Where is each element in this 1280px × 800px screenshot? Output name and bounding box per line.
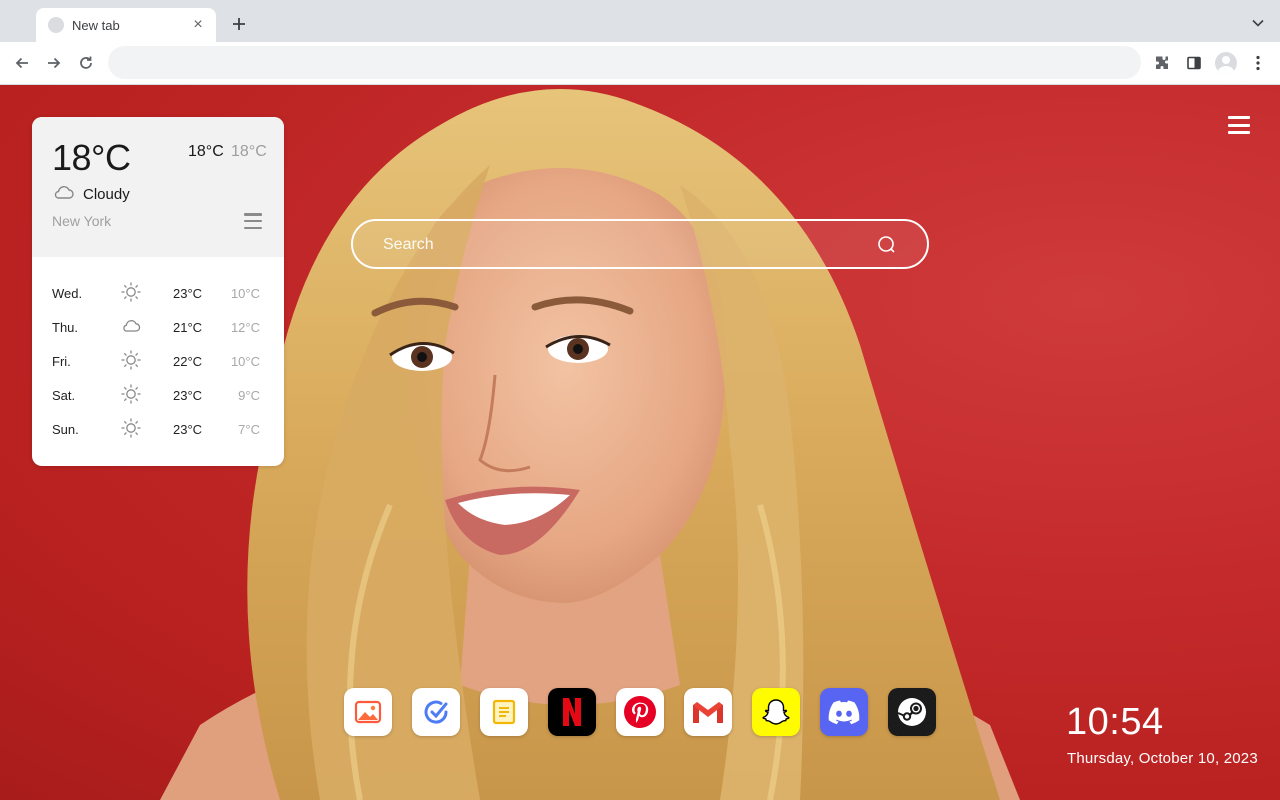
tab-new-tab[interactable]: New tab × xyxy=(36,8,216,42)
app-pinterest[interactable] xyxy=(616,688,664,736)
tab-title: New tab xyxy=(72,17,120,33)
app-discord[interactable] xyxy=(820,688,868,736)
forecast-day: Thu. xyxy=(52,320,79,335)
forecast-row: Wed. 23°C 10°C xyxy=(32,275,284,309)
extensions-puzzle-icon xyxy=(1156,56,1168,69)
new-tab-page: 18°C 18°C 18°C Cloudy New York Wed. 23°C 1… xyxy=(0,85,1280,800)
forecast-low: 12°C xyxy=(230,320,260,335)
browser-menu-button[interactable] xyxy=(1248,53,1268,73)
profile-avatar-icon xyxy=(1215,52,1237,74)
forecast-row: Fri. 22°C 10°C xyxy=(32,343,284,377)
checkmark-circle-icon xyxy=(424,700,448,724)
weather-current: 18°C 18°C 18°C Cloudy New York xyxy=(32,117,284,257)
forecast-high: 23°C xyxy=(173,286,203,301)
reload-icon xyxy=(80,56,92,69)
forward-button[interactable] xyxy=(43,52,65,74)
clock-time: 10:54 xyxy=(1066,701,1164,743)
note-icon xyxy=(492,699,516,725)
steam-icon xyxy=(897,698,926,726)
page-menu-button[interactable] xyxy=(1228,116,1250,134)
weather-city: New York xyxy=(52,213,112,229)
forecast-row: Thu. 21°C 12°C xyxy=(32,309,284,343)
app-gallery[interactable] xyxy=(344,688,392,736)
forecast-day: Sat. xyxy=(52,388,76,403)
sun-icon xyxy=(120,383,142,405)
tab-favicon-icon xyxy=(48,17,64,33)
weather-forecast: Wed. 23°C 10°C Thu. 21°C 12°C Fri. 22°C 10°C Sat.… xyxy=(32,275,284,445)
profile-button[interactable] xyxy=(1214,51,1238,75)
today-low: 18°C xyxy=(231,143,267,160)
app-steam[interactable] xyxy=(888,688,936,736)
address-bar[interactable] xyxy=(108,46,1141,79)
plus-icon xyxy=(233,18,245,30)
pinterest-icon xyxy=(624,696,656,728)
sun-icon xyxy=(120,349,142,371)
chevron-down-icon xyxy=(1252,19,1264,27)
forecast-day: Wed. xyxy=(52,286,83,301)
cloud-icon xyxy=(120,315,142,337)
discord-icon xyxy=(828,700,860,725)
back-arrow-icon xyxy=(15,57,28,69)
forecast-low: 10°C xyxy=(230,354,260,369)
tab-close-icon[interactable]: × xyxy=(190,17,206,33)
app-todo[interactable] xyxy=(412,688,460,736)
forecast-low: 9°C xyxy=(238,388,260,403)
search-input[interactable] xyxy=(383,233,863,257)
clock-date: Thursday, October 10, 2023 xyxy=(1067,750,1258,767)
gmail-icon xyxy=(693,702,723,723)
forecast-day: Sun. xyxy=(52,422,79,437)
app-notes[interactable] xyxy=(480,688,528,736)
forecast-day: Fri. xyxy=(52,354,71,369)
cloud-icon xyxy=(54,186,74,199)
netflix-icon xyxy=(563,698,581,726)
forecast-low: 7°C xyxy=(238,422,260,437)
app-gmail[interactable] xyxy=(684,688,732,736)
browser-toolbar xyxy=(0,42,1280,85)
extensions-button[interactable] xyxy=(1152,53,1172,73)
search-box[interactable] xyxy=(351,219,929,269)
forecast-high: 23°C xyxy=(173,388,203,403)
search-icon[interactable] xyxy=(877,235,897,255)
forecast-high: 23°C xyxy=(173,422,203,437)
app-netflix[interactable] xyxy=(548,688,596,736)
weather-condition: Cloudy xyxy=(83,186,130,203)
new-tab-button[interactable] xyxy=(228,13,250,35)
sun-icon xyxy=(120,417,142,439)
weather-list-button[interactable] xyxy=(244,213,262,229)
app-snapchat[interactable] xyxy=(752,688,800,736)
forecast-low: 10°C xyxy=(230,286,260,301)
reload-button[interactable] xyxy=(75,52,97,74)
tab-search-button[interactable] xyxy=(1250,15,1266,31)
today-high: 18°C xyxy=(188,143,224,160)
snapchat-icon xyxy=(762,699,790,725)
forecast-high: 21°C xyxy=(173,320,203,335)
side-panel-icon xyxy=(1187,56,1201,70)
current-temperature: 18°C xyxy=(52,137,131,178)
kebab-menu-icon xyxy=(1256,55,1260,71)
forecast-high: 22°C xyxy=(173,354,203,369)
tab-strip: New tab × xyxy=(0,0,1280,42)
forecast-row: Sat. 23°C 9°C xyxy=(32,377,284,411)
back-button[interactable] xyxy=(11,52,33,74)
weather-widget[interactable]: 18°C 18°C 18°C Cloudy New York Wed. 23°C 1… xyxy=(32,117,284,466)
sun-icon xyxy=(120,281,142,303)
image-icon xyxy=(354,700,382,724)
side-panel-button[interactable] xyxy=(1184,53,1204,73)
forecast-row: Sun. 23°C 7°C xyxy=(32,411,284,445)
app-dock xyxy=(344,688,936,736)
forward-arrow-icon xyxy=(48,57,61,69)
